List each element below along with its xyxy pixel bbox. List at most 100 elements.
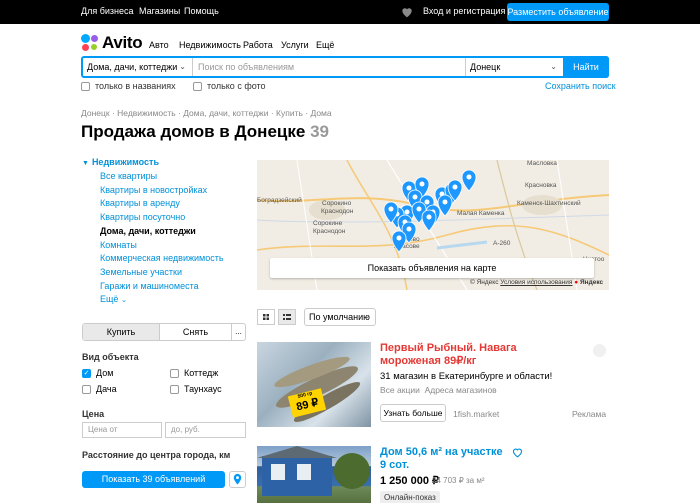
favorites-heart-icon[interactable] (400, 5, 414, 19)
type-townhouse-checkbox[interactable]: Таунхаус (170, 384, 222, 394)
sidebar-item-garages[interactable]: Гаражи и машиноместа (100, 281, 199, 291)
map-pin-icon[interactable] (421, 209, 437, 232)
hide-ad-button[interactable] (593, 344, 606, 357)
map-pin-dot (419, 181, 425, 187)
map-pin-icon[interactable] (461, 169, 477, 192)
map-pin-dot (466, 174, 472, 180)
breadcrumb-item[interactable]: Донецк (81, 108, 110, 118)
search-input[interactable] (194, 58, 464, 76)
tab-more[interactable]: ... (231, 324, 245, 340)
chevron-down-icon: ⌄ (120, 297, 127, 304)
listing-price: 1 250 000 ₽ (380, 475, 439, 487)
map-pin-icon[interactable] (391, 230, 407, 253)
breadcrumb: Донецк · Недвижимость · Дома, дачи, котт… (81, 108, 332, 118)
promo-text: 31 магазин в Екатеринбурге и области! (380, 371, 553, 382)
list-view-button[interactable] (278, 309, 296, 325)
geo-button[interactable] (229, 471, 246, 488)
sidebar-item-rent-flats[interactable]: Квартиры в аренду (100, 198, 180, 208)
price-heading: Цена (82, 409, 105, 419)
learn-more-button[interactable]: Узнать больше (380, 404, 446, 422)
list-icon (283, 314, 291, 320)
nav-realty[interactable]: Недвижимость (179, 40, 241, 50)
listing-photo[interactable]: 500 гр 89 ₽ (257, 342, 371, 427)
map-pin-dot (452, 184, 458, 190)
help-link[interactable]: Помощь (184, 6, 219, 16)
sidebar-item-houses[interactable]: Дома, дачи, коттеджи (100, 226, 196, 236)
listing-photo[interactable] (257, 446, 371, 503)
tab-buy[interactable]: Купить (83, 324, 159, 340)
map-pin-dot (424, 199, 430, 205)
nav-services[interactable]: Услуги (281, 40, 309, 50)
listing-title[interactable]: Дом 50,6 м² на участке 9 сот. (380, 446, 510, 472)
map-pin-dot (442, 199, 448, 205)
map-pin-dot (404, 209, 410, 215)
map-terms-link[interactable]: Условия использования (500, 279, 572, 286)
sort-select[interactable]: По умолчанию ⌄ (304, 308, 376, 326)
deal-type-tabs: Купить Снять ... (82, 323, 246, 341)
breadcrumb-item[interactable]: Купить (276, 108, 303, 118)
map-pin-dot (406, 185, 412, 191)
shops-link[interactable]: Магазины (139, 6, 180, 16)
grid-icon (263, 314, 269, 320)
nav-jobs[interactable]: Работа (243, 40, 273, 50)
sidebar-item-new-flats[interactable]: Квартиры в новостройках (100, 185, 207, 195)
logo-dots-icon (81, 34, 99, 52)
sidebar-category[interactable]: ▼ Недвижимость (82, 157, 159, 167)
breadcrumb-item[interactable]: Дома (310, 108, 331, 118)
nav-auto[interactable]: Авто (149, 40, 169, 50)
sidebar-item-daily-flats[interactable]: Квартиры посуточно (100, 212, 185, 222)
type-cottage-checkbox[interactable]: Коттедж (170, 368, 218, 378)
promo-title[interactable]: Первый Рыбный. Навага мороженая 89₽/кг (380, 342, 580, 368)
location-pin-icon (233, 473, 242, 485)
save-search-link[interactable]: Сохранить поиск (545, 81, 616, 91)
with-photo-checkbox[interactable]: только с фото (193, 81, 266, 91)
show-on-map-button[interactable]: Показать объявления на карте (270, 258, 594, 278)
sidebar-item-land[interactable]: Земельные участки (100, 267, 182, 277)
logo-text: Avito (102, 33, 143, 52)
promo-source[interactable]: 1fish.market (453, 409, 499, 419)
map-pin-dot (412, 194, 418, 200)
grid-view-button[interactable] (257, 309, 275, 325)
price-to-input[interactable]: до, руб. (165, 422, 246, 438)
business-link[interactable]: Для бизнеса (81, 6, 134, 16)
result-count: 39 (310, 122, 329, 141)
nav-more[interactable]: Ещё (316, 40, 334, 50)
online-show-badge: Онлайн-показ (380, 491, 440, 503)
top-bar: Для бизнеса Магазины Помощь Вход и регис… (0, 0, 700, 24)
distance-heading: Расстояние до центра города, км (82, 450, 231, 460)
chevron-down-icon: ⌄ (179, 62, 186, 71)
city-select[interactable]: Донецк ⌄ (465, 58, 563, 76)
login-link[interactable]: Вход и регистрация (423, 6, 505, 16)
fish-image (274, 356, 361, 422)
search-bar: Дома, дачи, коттеджи⌄ Донецк⌄ Найти (81, 56, 609, 78)
category-select[interactable]: Дома, дачи, коттеджи ⌄ (83, 58, 193, 76)
avito-logo[interactable]: Avito (81, 33, 143, 53)
favorite-heart-icon[interactable] (511, 446, 524, 459)
titles-only-checkbox[interactable]: только в названиях (81, 81, 176, 91)
ad-label: Реклама (572, 409, 607, 419)
chevron-down-icon: ⌄ (550, 62, 557, 71)
tab-rent[interactable]: Снять (159, 324, 231, 340)
breadcrumb-item[interactable]: Дома, дачи, коттеджи (183, 108, 268, 118)
map-pin-dot (416, 206, 422, 212)
post-ad-button[interactable]: Разместить объявление (507, 3, 609, 21)
price-per-meter: 24 703 ₽ за м² (432, 476, 485, 485)
map-pin-dot (388, 206, 394, 212)
map-copyright: © Яндекс Условия использования ● Яндекс (470, 279, 604, 286)
map-pin-dot (396, 235, 402, 241)
page-title: Продажа домов в Донецке 39 (81, 122, 329, 141)
sidebar-item-commercial[interactable]: Коммерческая недвижимость (100, 253, 224, 263)
find-button[interactable]: Найти (563, 56, 609, 78)
type-house-checkbox[interactable]: ✓ Дом (82, 368, 113, 378)
sidebar-item-all-flats[interactable]: Все квартиры (100, 171, 157, 181)
sidebar-item-more[interactable]: Ещё ⌄ (100, 294, 127, 304)
type-dacha-checkbox[interactable]: Дача (82, 384, 117, 394)
show-results-button[interactable]: Показать 39 объявлений (82, 471, 225, 488)
chevron-down-icon: ⌄ (364, 313, 370, 320)
promo-links: Все акции Адреса магазинов (380, 385, 497, 395)
house-image (257, 446, 370, 496)
sidebar-item-rooms[interactable]: Комнаты (100, 240, 137, 250)
price-from-input[interactable]: Цена от (82, 422, 162, 438)
breadcrumb-item[interactable]: Недвижимость (117, 108, 175, 118)
map-pin-dot (426, 214, 432, 220)
